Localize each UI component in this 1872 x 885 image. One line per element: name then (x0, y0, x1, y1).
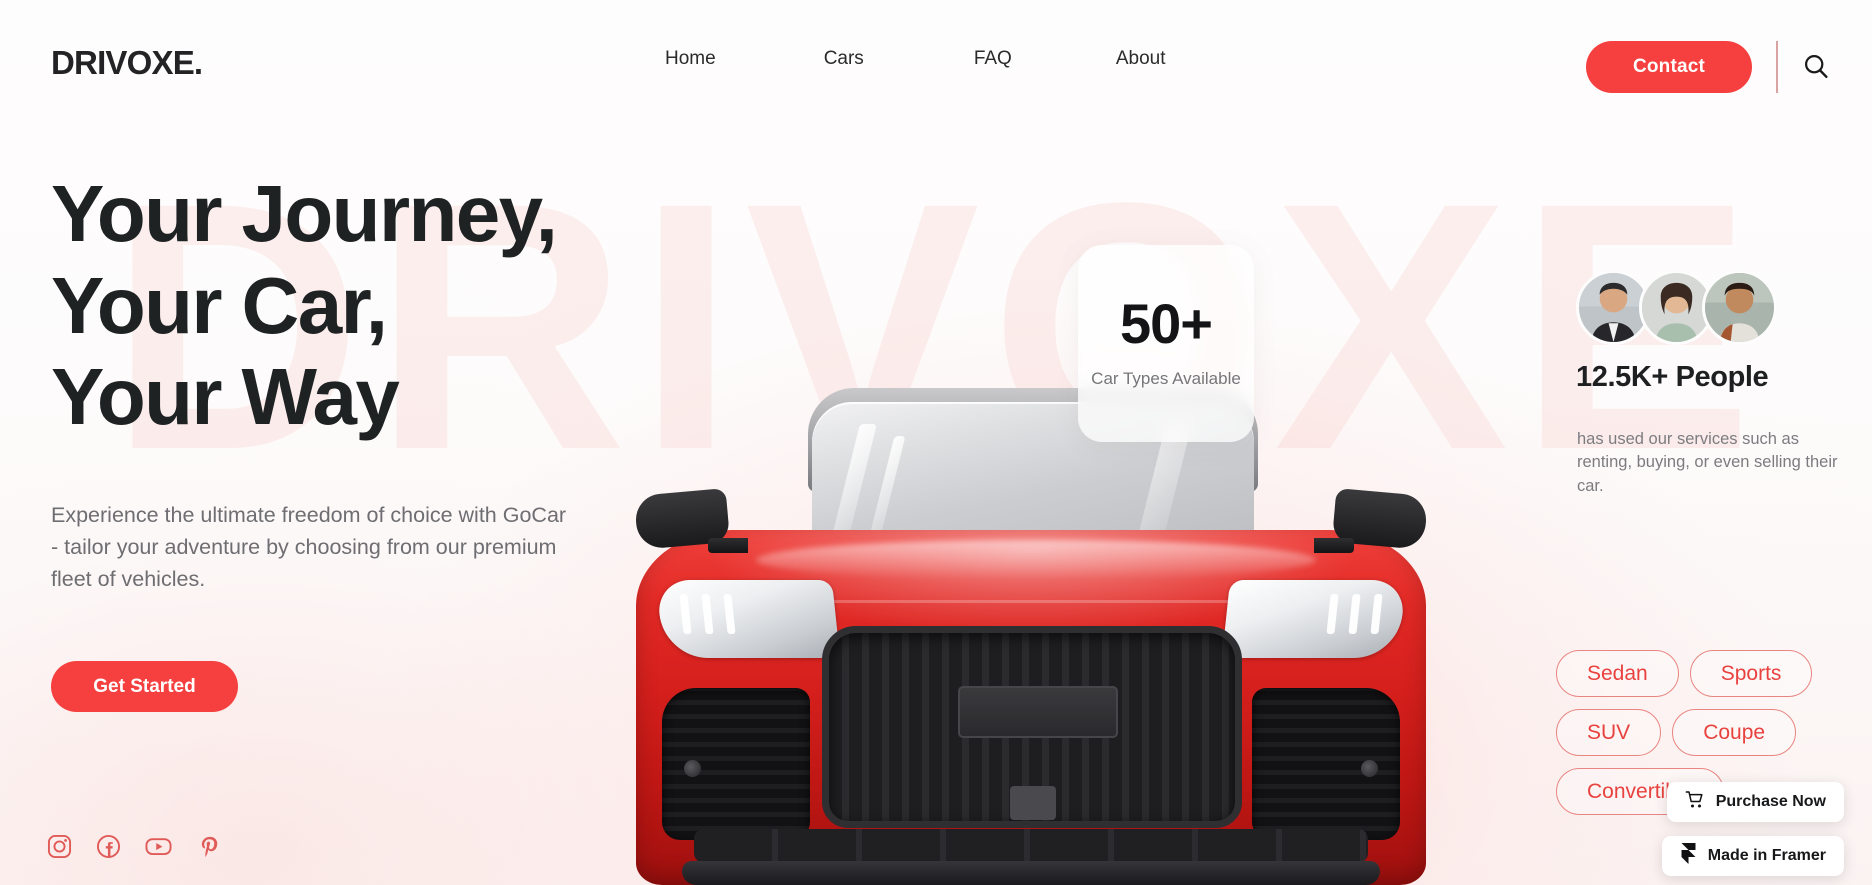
headline-line-1: Your Journey, (51, 169, 558, 258)
pinterest-icon[interactable] (195, 833, 222, 860)
avatar-group (1576, 270, 1777, 345)
hero-page: DRIVOXE DRIVOXE. Home Cars FAQ About Con… (0, 0, 1872, 885)
chip-sports[interactable]: Sports (1689, 650, 1813, 697)
chip-suv[interactable]: SUV (1556, 709, 1662, 756)
youtube-icon[interactable] (144, 833, 173, 860)
main-navigation: Home Cars FAQ About (655, 44, 1175, 74)
chip-coupe[interactable]: Coupe (1672, 709, 1797, 756)
car-mirror-arm-left (708, 538, 748, 553)
instagram-icon[interactable] (46, 833, 73, 860)
header-divider (1776, 41, 1778, 93)
car-headlight-right (1221, 580, 1407, 658)
nav-item-cars[interactable]: Cars (814, 44, 874, 74)
page-title: Your Journey, Your Car, Your Way (51, 168, 558, 443)
made-in-framer-label: Made in Framer (1707, 847, 1826, 864)
car-air-intake-right (1252, 688, 1400, 840)
headline-line-2: Your Car, (51, 260, 388, 350)
facebook-icon[interactable] (95, 833, 122, 860)
chip-sedan[interactable]: Sedan (1556, 650, 1679, 697)
shopping-cart-icon (1685, 790, 1705, 815)
nav-item-about[interactable]: About (1106, 44, 1176, 74)
framer-logo-icon (1680, 843, 1697, 869)
search-icon (1802, 52, 1830, 83)
avatar-person-3 (1702, 270, 1777, 345)
car-fog-light-left (684, 760, 701, 777)
get-started-button[interactable]: Get Started (51, 661, 238, 712)
car-hood-highlight (756, 540, 1316, 580)
car-headlight-left (655, 580, 841, 658)
stat-card-label: Car Types Available (1091, 369, 1241, 389)
car-fog-light-right (1361, 760, 1378, 777)
nav-item-faq[interactable]: FAQ (964, 44, 1022, 74)
headline-line-3: Your Way (51, 352, 400, 442)
social-links (46, 833, 222, 860)
car-license-plate (958, 686, 1118, 738)
people-count-label: 12.5K+ People (1576, 361, 1769, 393)
car-grille-badge (1010, 786, 1056, 820)
brand-logo[interactable]: DRIVOXE. (51, 44, 203, 82)
car-lower-grille (694, 829, 1368, 863)
people-description: has used our services such as renting, b… (1577, 430, 1838, 495)
car-hood-crease (832, 600, 1232, 603)
search-button[interactable] (1794, 45, 1838, 89)
stat-card-value: 50+ (1120, 292, 1213, 356)
purchase-now-label: Purchase Now (1715, 793, 1826, 810)
car-mirror-arm-right (1314, 538, 1354, 553)
made-in-framer-badge[interactable]: Made in Framer (1661, 836, 1844, 876)
nav-item-home[interactable]: Home (655, 44, 726, 74)
site-header: DRIVOXE. Home Cars FAQ About Contact (0, 0, 1872, 112)
contact-button[interactable]: Contact (1586, 41, 1752, 93)
hero-car-image (633, 388, 1429, 885)
stat-card-car-types: 50+ Car Types Available (1078, 245, 1254, 442)
purchase-now-badge[interactable]: Purchase Now (1666, 782, 1844, 822)
car-front-lip (682, 861, 1380, 885)
hero-subcopy: Experience the ultimate freedom of choic… (51, 503, 567, 591)
